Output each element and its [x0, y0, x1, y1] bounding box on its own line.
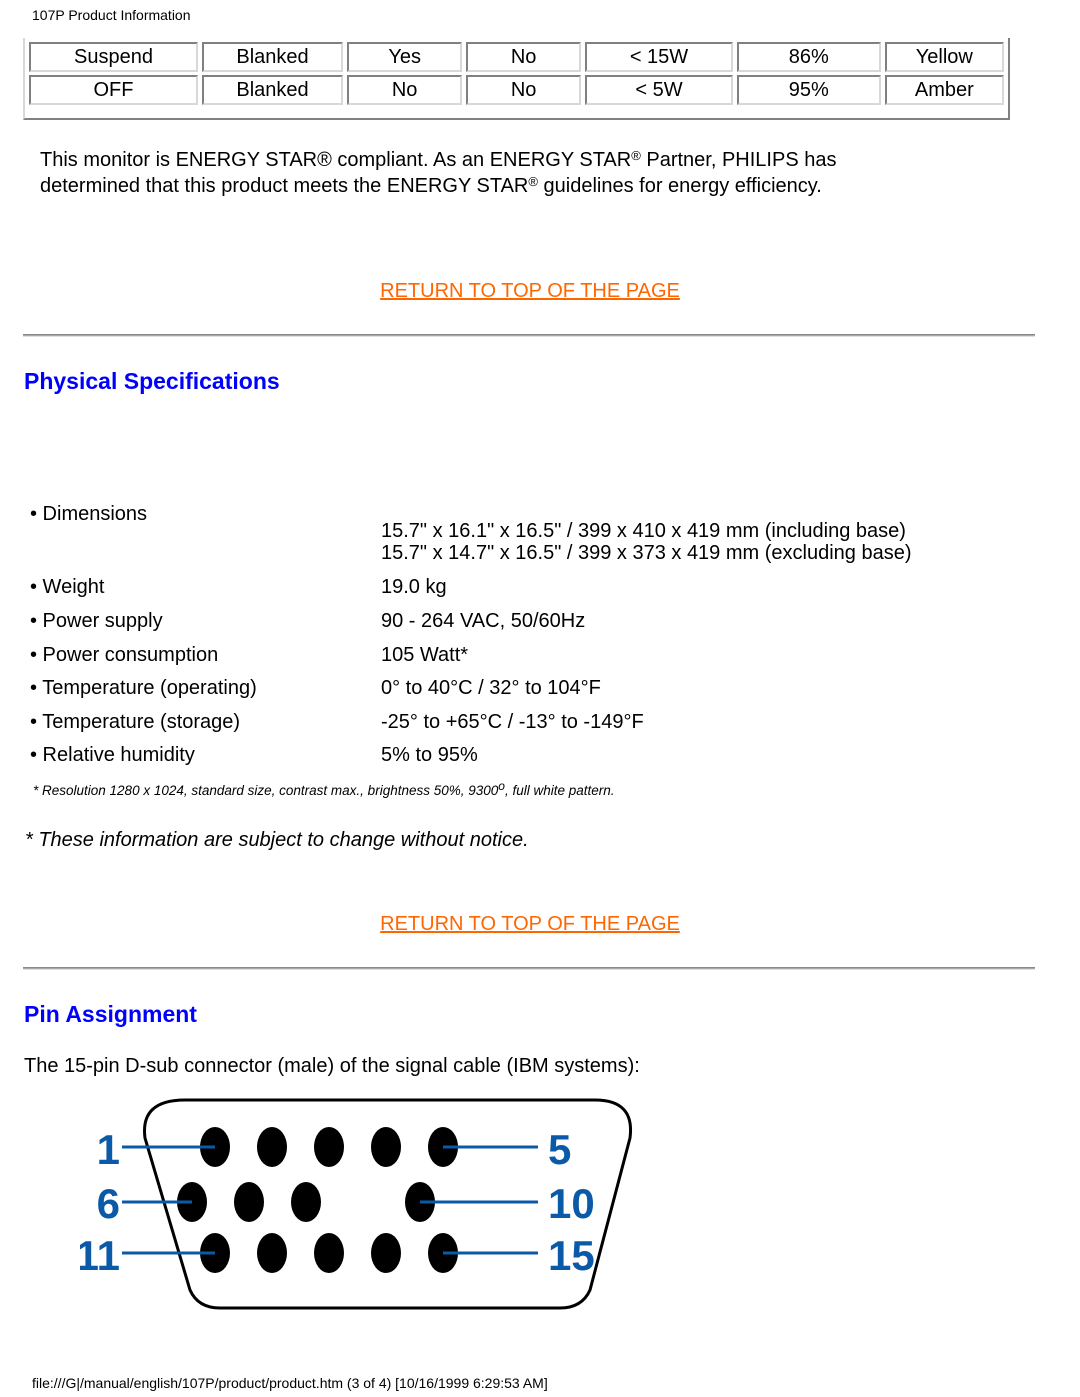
spec-value: 15.7" x 16.1" x 16.5" / 399 x 410 x 419 … — [381, 520, 906, 542]
table-row: OFF Blanked No No < 5W 95% Amber — [29, 75, 1004, 105]
table-cell: OFF — [29, 75, 198, 105]
change-notice: * These information are subject to chang… — [25, 829, 529, 851]
table-cell: < 5W — [585, 75, 733, 105]
pin-label-right: 15 — [548, 1232, 595, 1279]
table-row: Suspend Blanked Yes No < 15W 86% Yellow — [29, 42, 1004, 72]
physical-specifications-heading: Physical Specifications — [24, 368, 280, 394]
spec-value: -25° to +65°C / -13° to -149°F — [381, 711, 644, 733]
table-cell: Amber — [884, 75, 1004, 105]
spec-label: • Dimensions — [30, 503, 148, 525]
power-table-grid: Suspend Blanked Yes No < 15W 86% Yellow … — [25, 39, 1008, 108]
table-cell: Yellow — [884, 42, 1004, 72]
pin-label-left: 6 — [97, 1180, 120, 1227]
footnote-text: * Resolution 1280 x 1024, standard size,… — [33, 783, 499, 798]
spec-label: • Relative humidity — [30, 744, 195, 766]
spec-value: 5% to 95% — [381, 744, 478, 766]
table-cell: Blanked — [201, 75, 344, 105]
spec-label: • Power supply — [30, 610, 163, 632]
pin-7 — [234, 1182, 264, 1222]
table-cell: 86% — [736, 42, 881, 72]
spec-value: 105 Watt* — [381, 644, 469, 666]
return-to-top-link[interactable]: RETURN TO TOP OF THE PAGE — [0, 280, 1060, 303]
degree-mark: o — [498, 779, 505, 793]
registered-mark: ® — [528, 174, 538, 189]
pin-label-right: 10 — [548, 1180, 595, 1227]
resolution-footnote: * Resolution 1280 x 1024, standard size,… — [33, 780, 615, 798]
energy-star-text: guidelines for energy efficiency. — [537, 175, 822, 197]
pin-12 — [314, 1233, 344, 1273]
spec-value: 0° to 40°C / 32° to 104°F — [381, 677, 601, 699]
spec-value: 19.0 kg — [381, 576, 447, 598]
pin-8 — [291, 1182, 321, 1222]
pin-3 — [314, 1127, 344, 1167]
table-cell: < 15W — [585, 42, 733, 72]
footer-url: file:///G|/manual/english/107P/product/p… — [32, 1375, 548, 1391]
pin-assignment-heading: Pin Assignment — [24, 1001, 197, 1027]
pin-intro-text: The 15-pin D-sub connector (male) of the… — [24, 1055, 640, 1077]
footnote-text: , full white pattern. — [504, 783, 615, 798]
pin-label-left: 11 — [80, 1232, 120, 1279]
table-cell: No — [347, 75, 463, 105]
return-to-top-link[interactable]: RETURN TO TOP OF THE PAGE — [0, 913, 1060, 936]
energy-star-paragraph: This monitor is ENERGY STAR® compliant. … — [40, 147, 940, 199]
pin-label-right: 5 — [548, 1126, 571, 1173]
registered-mark: ® — [631, 148, 641, 163]
section-divider — [23, 967, 1035, 970]
table-cell: Yes — [347, 42, 463, 72]
table-cell: No — [466, 75, 582, 105]
spec-value: 15.7" x 14.7" x 16.5" / 399 x 373 x 419 … — [381, 542, 912, 564]
pin-11 — [257, 1233, 287, 1273]
pin-4 — [371, 1127, 401, 1167]
table-cell: No — [466, 42, 582, 72]
table-cell: Blanked — [201, 42, 344, 72]
spec-value: 90 - 264 VAC, 50/60Hz — [381, 610, 586, 632]
spec-label: • Weight — [30, 576, 105, 598]
page-header-title: 107P Product Information — [32, 7, 191, 23]
section-divider — [23, 334, 1035, 337]
pin-2 — [257, 1127, 287, 1167]
dsub-connector-diagram: 1 6 11 5 10 15 — [80, 1098, 633, 1310]
power-management-table: Suspend Blanked Yes No < 15W 86% Yellow … — [23, 38, 1010, 120]
spec-label: • Temperature (operating) — [30, 677, 257, 699]
pin-label-left: 1 — [97, 1126, 120, 1173]
table-cell: Suspend — [29, 42, 198, 72]
table-cell: 95% — [736, 75, 881, 105]
energy-star-text: This monitor is ENERGY STAR® compliant. … — [40, 149, 632, 171]
pin-13 — [371, 1233, 401, 1273]
spec-label: • Temperature (storage) — [30, 711, 241, 733]
spec-label: • Power consumption — [30, 644, 219, 666]
